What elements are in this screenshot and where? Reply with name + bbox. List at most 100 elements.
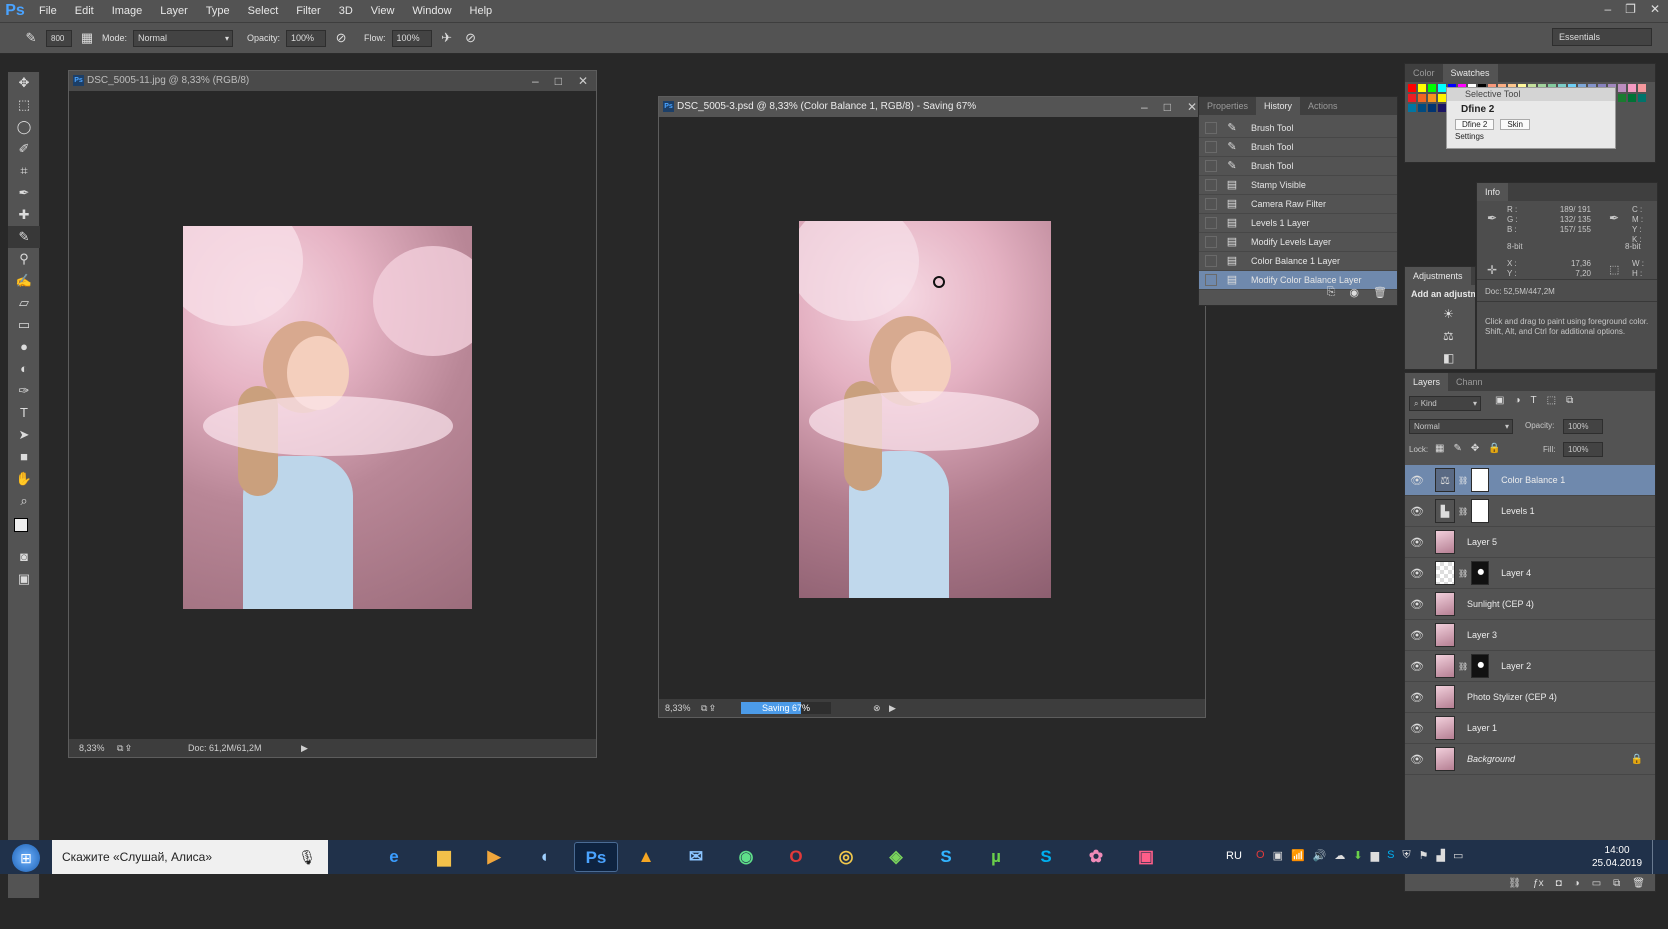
- healing-brush-tool-icon[interactable]: ✚: [8, 204, 40, 226]
- layer-row-sunlight[interactable]: 👁 Sunlight (CEP 4): [1405, 589, 1655, 620]
- history-item[interactable]: ▤ Color Balance 1 Layer: [1199, 252, 1397, 271]
- color-swatch[interactable]: [1438, 104, 1446, 112]
- lasso-tool-icon[interactable]: ◯: [8, 116, 40, 138]
- media-player-icon[interactable]: ▶: [472, 842, 516, 872]
- skin-button[interactable]: Skin: [1500, 119, 1530, 130]
- speaker-app-icon[interactable]: ◖: [522, 842, 566, 872]
- document-window-1[interactable]: Ps DSC_5005-11.jpg @ 8,33% (RGB/8) – □ ✕ 8…: [68, 70, 597, 758]
- brightness-icon[interactable]: ☀: [1443, 303, 1454, 325]
- menu-type[interactable]: Type: [197, 5, 239, 17]
- adjustment-filter-icon[interactable]: ◑: [1514, 395, 1520, 406]
- history-checkbox[interactable]: [1205, 217, 1217, 229]
- brush-tool-icon[interactable]: ✎: [8, 226, 40, 248]
- ie-icon[interactable]: e: [372, 842, 416, 872]
- dodge-tool-icon[interactable]: ◐: [8, 358, 40, 380]
- share-icon[interactable]: ⧉ ⇪: [117, 739, 131, 757]
- color-swatch[interactable]: [1638, 94, 1646, 102]
- tab-color[interactable]: Color: [1405, 64, 1443, 82]
- layer-row-layer-2[interactable]: 👁 ⛓ Layer 2: [1405, 651, 1655, 682]
- close-icon[interactable]: ✕: [1650, 2, 1660, 16]
- zoom-level[interactable]: 8,33%: [79, 739, 105, 757]
- tray-signal-icon[interactable]: ▟: [1437, 849, 1445, 862]
- nvidia-icon[interactable]: ◈: [874, 842, 918, 872]
- layer-opacity-field[interactable]: 100%: [1563, 419, 1603, 434]
- tab-properties[interactable]: Properties: [1199, 97, 1256, 115]
- skype-icon[interactable]: S: [1024, 842, 1068, 872]
- photo-app-icon[interactable]: ✿: [1074, 842, 1118, 872]
- brush-size-field[interactable]: 800: [46, 29, 72, 47]
- close-icon[interactable]: ✕: [578, 71, 588, 91]
- opera-icon[interactable]: O: [774, 842, 818, 872]
- eye-icon[interactable]: 👁: [1405, 753, 1429, 766]
- restore-icon[interactable]: ❐: [1625, 2, 1636, 16]
- menu-edit[interactable]: Edit: [66, 5, 103, 17]
- history-item[interactable]: ✎ Brush Tool: [1199, 138, 1397, 157]
- layer-row-layer-5[interactable]: 👁 Layer 5: [1405, 527, 1655, 558]
- history-checkbox[interactable]: [1205, 122, 1217, 134]
- maximize-icon[interactable]: □: [555, 71, 562, 91]
- color-swatch[interactable]: [1408, 84, 1416, 92]
- marquee-tool-icon[interactable]: ⬚: [8, 94, 40, 116]
- link-layers-icon[interactable]: ⛓: [1508, 878, 1521, 889]
- settings-link[interactable]: Settings: [1447, 130, 1615, 141]
- eye-icon[interactable]: 👁: [1405, 536, 1429, 549]
- path-select-tool-icon[interactable]: ➤: [8, 424, 40, 446]
- utorrent-icon[interactable]: µ: [974, 842, 1018, 872]
- menu-image[interactable]: Image: [103, 5, 152, 17]
- shape-tool-icon[interactable]: ■: [8, 446, 40, 468]
- tray-cloud-icon[interactable]: ☁: [1334, 849, 1345, 862]
- color-swatch[interactable]: [1428, 84, 1436, 92]
- history-checkbox[interactable]: [1205, 160, 1217, 172]
- history-item[interactable]: ▤ Modify Levels Layer: [1199, 233, 1397, 252]
- layer-row-color-balance-1[interactable]: 👁 ⚖ ⛓ Color Balance 1: [1405, 465, 1655, 496]
- history-brush-tool-icon[interactable]: ✍: [8, 270, 40, 292]
- lock-all-icon[interactable]: 🔒: [1488, 443, 1500, 454]
- eye-icon[interactable]: 👁: [1405, 598, 1429, 611]
- workspace-select[interactable]: Essentials: [1552, 28, 1652, 46]
- menu-3d[interactable]: 3D: [330, 5, 362, 17]
- file-explorer-icon[interactable]: ▆: [422, 842, 466, 872]
- new-layer-icon[interactable]: ⧉: [1613, 878, 1620, 889]
- history-checkbox[interactable]: [1205, 141, 1217, 153]
- menu-select[interactable]: Select: [239, 5, 288, 17]
- eye-icon[interactable]: 👁: [1405, 474, 1429, 487]
- lock-image-icon[interactable]: ✎: [1453, 443, 1461, 454]
- tab-actions[interactable]: Actions: [1300, 97, 1346, 115]
- layer-mask-thumbnail[interactable]: [1471, 499, 1490, 523]
- aimp-icon[interactable]: ▲: [624, 842, 668, 872]
- color-swatch[interactable]: [1428, 94, 1436, 102]
- tab-layers[interactable]: Layers: [1405, 373, 1449, 391]
- tray-battery-icon[interactable]: ▭: [1453, 849, 1463, 862]
- layer-row-layer-3[interactable]: 👁 Layer 3: [1405, 620, 1655, 651]
- language-indicator[interactable]: RU: [1226, 850, 1242, 862]
- quick-select-tool-icon[interactable]: ✐: [8, 138, 40, 160]
- quick-mask-icon[interactable]: ◙: [8, 546, 40, 568]
- fill-field[interactable]: 100%: [1563, 442, 1603, 457]
- tray-monitor-icon[interactable]: ▣: [1273, 849, 1283, 862]
- color-swatch[interactable]: [1628, 84, 1636, 92]
- color-swatches[interactable]: [8, 512, 39, 546]
- color-swatch[interactable]: [1438, 84, 1446, 92]
- new-adjustment-icon[interactable]: ◑: [1574, 878, 1580, 889]
- tray-network-icon[interactable]: 📶: [1291, 849, 1305, 862]
- tray-download-icon[interactable]: ⬇: [1353, 849, 1362, 862]
- menu-file[interactable]: File: [30, 5, 66, 17]
- color-swatch[interactable]: [1618, 84, 1626, 92]
- menu-filter[interactable]: Filter: [287, 5, 329, 17]
- share-icon[interactable]: ⧉ ⇪: [701, 699, 715, 717]
- shape-filter-icon[interactable]: ⬚: [1547, 395, 1556, 406]
- history-item[interactable]: ▤ Stamp Visible: [1199, 176, 1397, 195]
- color-swatch[interactable]: [1618, 94, 1626, 102]
- zoom-tool-icon[interactable]: ⌕: [8, 490, 40, 512]
- gradient-tool-icon[interactable]: ▭: [8, 314, 40, 336]
- tray-skype-icon[interactable]: S: [1387, 849, 1394, 862]
- document-1-canvas-photo[interactable]: [183, 226, 472, 609]
- delete-layer-icon[interactable]: 🗑: [1632, 878, 1645, 889]
- foreground-color-icon[interactable]: [14, 518, 28, 532]
- layer-row-layer-4[interactable]: 👁 ⛓ Layer 4: [1405, 558, 1655, 589]
- pressure-size-icon[interactable]: ⊘: [462, 29, 480, 47]
- document-2-canvas-photo[interactable]: [799, 221, 1051, 598]
- screen-mode-icon[interactable]: ▣: [8, 568, 40, 590]
- eye-icon[interactable]: 👁: [1405, 629, 1429, 642]
- snapshot-icon[interactable]: ◉: [1349, 286, 1359, 299]
